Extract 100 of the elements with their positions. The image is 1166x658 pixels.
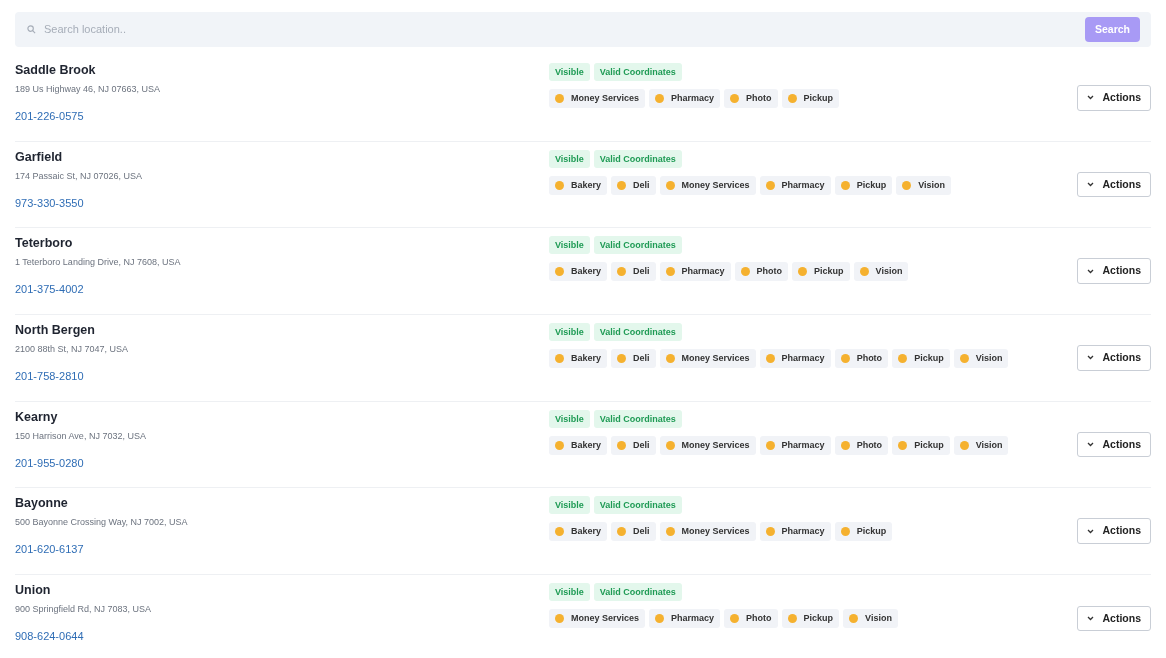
- location-address: 189 Us Highway 46, NJ 07663, USA: [15, 83, 162, 95]
- status-dot: [617, 180, 627, 190]
- chevron-down-icon: [1087, 95, 1095, 101]
- status-dot: [730, 94, 740, 103]
- service-tag: Bakery: [549, 349, 608, 369]
- phone-link[interactable]: 201-226-0575: [15, 109, 84, 123]
- status-dot: [902, 180, 912, 190]
- phone-link[interactable]: 973-330-3550: [15, 195, 84, 210]
- status-tag: Valid Coordinates: [593, 409, 682, 428]
- location-address: 1 Teterboro Landing Drive, NJ 7608, USA: [15, 256, 182, 269]
- service-tag: Deli: [611, 522, 656, 542]
- actions-button[interactable]: Actions: [1077, 171, 1151, 198]
- search-icon: [27, 25, 36, 34]
- service-tag: Vision: [896, 175, 951, 195]
- phone-link[interactable]: 201-620-6137: [15, 542, 84, 557]
- actions-button[interactable]: Actions: [1077, 84, 1151, 111]
- status-dot: [798, 267, 808, 277]
- status-dot: [740, 267, 750, 277]
- status-tag: Visible: [549, 583, 590, 602]
- status-dot: [840, 180, 850, 190]
- service-tag: Pickup: [792, 262, 850, 282]
- actions-button[interactable]: Actions: [1077, 258, 1151, 285]
- service-tag: Bakery: [549, 262, 608, 282]
- status-tag: Valid Coordinates: [593, 149, 682, 168]
- service-tag: Pharmacy: [759, 435, 831, 455]
- status-dot: [730, 614, 740, 624]
- service-tag: Money Services: [659, 349, 756, 369]
- status-dot: [555, 354, 564, 364]
- phone-link[interactable]: 201-758-2810: [15, 369, 84, 384]
- status-dot: [665, 180, 675, 190]
- actions-button[interactable]: Actions: [1077, 605, 1151, 632]
- location-name: Kearny: [15, 408, 59, 425]
- service-tag: Money Services: [659, 435, 756, 455]
- service-tag: Pharmacy: [759, 349, 831, 369]
- service-tag: Deli: [611, 262, 656, 282]
- status-tag: Visible: [549, 63, 590, 81]
- status-tag: Visible: [549, 496, 590, 515]
- chevron-down-icon: [1087, 442, 1095, 448]
- status-dot: [840, 527, 850, 537]
- status-dot: [959, 440, 969, 450]
- service-tag: Deli: [611, 175, 656, 195]
- service-tag: Money Services: [549, 89, 646, 108]
- service-tag: Photo: [834, 435, 889, 455]
- status-dot: [959, 354, 969, 364]
- service-tag: Deli: [611, 435, 656, 455]
- service-tag: Photo: [724, 609, 778, 629]
- status-dot: [617, 354, 627, 364]
- service-tag: Bakery: [549, 435, 608, 455]
- status-dot: [665, 440, 675, 450]
- service-tag: Bakery: [549, 175, 608, 195]
- location-name: Garfield: [15, 148, 64, 165]
- status-dot: [617, 267, 627, 277]
- service-tag: Money Services: [659, 175, 756, 195]
- service-tag: Vision: [953, 349, 1009, 369]
- status-dot: [665, 527, 675, 537]
- phone-link[interactable]: 201-375-4002: [15, 282, 84, 297]
- location-name: North Bergen: [15, 322, 96, 339]
- location-address: 174 Passaic St, NJ 07026, USA: [15, 169, 144, 182]
- status-dot: [617, 440, 627, 450]
- status-dot: [787, 94, 797, 103]
- status-dot: [849, 614, 859, 624]
- chevron-down-icon: [1087, 182, 1095, 188]
- actions-button[interactable]: Actions: [1077, 345, 1151, 371]
- status-dot: [555, 267, 564, 277]
- chevron-down-icon: [1087, 528, 1095, 534]
- service-tag: Pickup: [892, 435, 950, 455]
- status-dot: [765, 180, 775, 190]
- status-dot: [840, 354, 850, 364]
- status-dot: [765, 354, 775, 364]
- status-dot: [555, 94, 564, 103]
- service-tag: Deli: [611, 349, 656, 369]
- status-dot: [555, 527, 564, 537]
- phone-link[interactable]: 201-955-0280: [15, 455, 84, 470]
- actions-button[interactable]: Actions: [1077, 431, 1151, 458]
- service-tag: Money Services: [659, 522, 756, 542]
- phone-link[interactable]: 908-624-0644: [15, 629, 84, 644]
- service-tag: Pharmacy: [659, 262, 731, 282]
- status-tag: Valid Coordinates: [593, 236, 682, 255]
- status-dot: [555, 614, 564, 624]
- status-tag: Visible: [549, 409, 590, 428]
- location-name: Teterboro: [15, 235, 74, 252]
- location-address: 2100 88th St, NJ 7047, USA: [15, 343, 130, 356]
- chevron-down-icon: [1087, 355, 1095, 361]
- status-tag: Visible: [549, 149, 590, 168]
- service-tag: Money Services: [549, 609, 646, 629]
- chevron-down-icon: [1087, 615, 1095, 621]
- location-address: 500 Bayonne Crossing Way, NJ 7002, USA: [15, 516, 189, 529]
- location-address: 150 Harrison Ave, NJ 7032, USA: [15, 429, 147, 442]
- chevron-down-icon: [1087, 268, 1095, 274]
- status-tag: Valid Coordinates: [593, 583, 682, 602]
- status-tag: Visible: [549, 236, 590, 255]
- status-tag: Valid Coordinates: [593, 496, 682, 515]
- status-dot: [765, 440, 775, 450]
- service-tag: Pharmacy: [649, 89, 721, 108]
- actions-button[interactable]: Actions: [1077, 518, 1151, 545]
- service-tag: Pickup: [781, 89, 840, 108]
- status-dot: [555, 180, 564, 190]
- service-tag: Pharmacy: [649, 609, 721, 629]
- service-tag: Pickup: [781, 609, 840, 629]
- status-tag: Valid Coordinates: [593, 323, 682, 342]
